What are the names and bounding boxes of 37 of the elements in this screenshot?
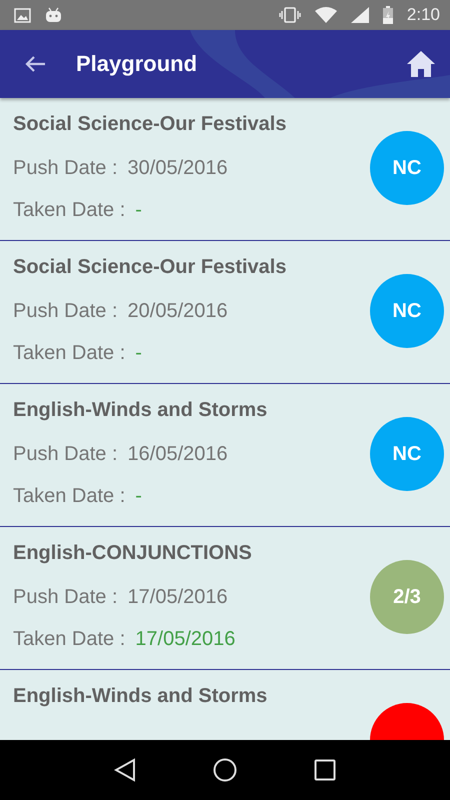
- recents-nav-button[interactable]: [314, 759, 336, 781]
- taken-date: 17/05/2016: [135, 628, 236, 651]
- taken-date-label: Taken Date :: [13, 199, 126, 222]
- push-date-label: Push Date :: [13, 443, 118, 466]
- item-title: Social Science-Our Festivals: [13, 112, 286, 136]
- push-date: 20/05/2016: [128, 300, 228, 323]
- push-date-label: Push Date :: [13, 157, 118, 180]
- screen-title: Playground: [76, 51, 198, 77]
- push-date: 30/05/2016: [128, 157, 228, 180]
- item-title: English-CONJUNCTIONS: [13, 540, 252, 566]
- item-title: English-Winds and Storms: [13, 398, 268, 422]
- android-icon: [45, 7, 62, 23]
- taken-date-label: Taken Date :: [13, 485, 126, 508]
- score-badge: NC: [370, 131, 444, 205]
- item-title: English-Winds and Storms: [13, 684, 268, 708]
- push-date: 17/05/2016: [128, 586, 228, 609]
- push-date-label: Push Date :: [13, 300, 118, 323]
- score-badge: NC: [370, 274, 444, 348]
- taken-date: -: [135, 342, 142, 365]
- push-date: 16/05/2016: [128, 443, 228, 466]
- signal-icon: [350, 7, 369, 23]
- taken-date: -: [135, 199, 142, 222]
- back-nav-button[interactable]: [114, 758, 136, 782]
- vibrate-icon: [278, 7, 301, 23]
- wifi-icon: [314, 7, 337, 23]
- score-badge: 2/3: [370, 560, 444, 634]
- taken-date: -: [135, 485, 142, 508]
- battery-icon: [382, 6, 393, 24]
- score-badge: NC: [370, 417, 444, 491]
- taken-date-label: Taken Date :: [13, 628, 126, 651]
- clock-time: 2:10: [406, 5, 440, 25]
- push-date-label: Push Date :: [13, 586, 118, 609]
- item-title: Social Science-Our Festivals: [13, 254, 286, 280]
- home-button[interactable]: [406, 50, 436, 78]
- image-icon: [14, 8, 31, 22]
- home-nav-button[interactable]: [212, 758, 237, 782]
- taken-date-label: Taken Date :: [13, 342, 126, 365]
